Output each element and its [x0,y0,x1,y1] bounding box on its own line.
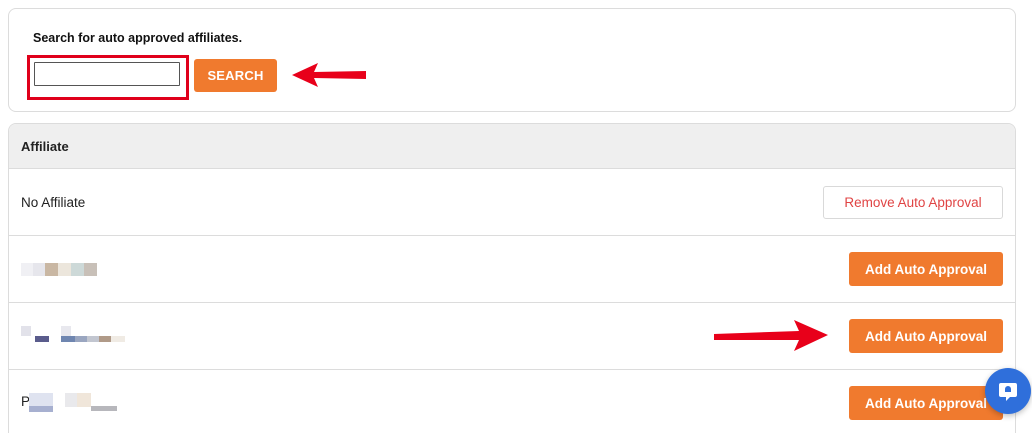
chat-bubble-icon [999,383,1017,401]
add-auto-approval-button[interactable]: Add Auto Approval [849,319,1003,353]
affiliate-name-redacted [21,324,151,348]
table-row: P Add Auto Approval [9,370,1015,433]
add-auto-approval-button[interactable]: Add Auto Approval [849,252,1003,286]
affiliate-name-redacted [21,257,151,281]
affiliate-table: Affiliate No Affiliate Remove Auto Appro… [8,123,1016,433]
remove-auto-approval-button[interactable]: Remove Auto Approval [823,186,1003,219]
search-input[interactable] [34,62,180,86]
table-header-affiliate: Affiliate [9,124,1015,169]
table-row: Add Auto Approval [9,303,1015,370]
red-arrow-icon [292,63,366,87]
affiliate-name-redacted: P [21,391,151,415]
search-label: Search for auto approved affiliates. [33,31,243,45]
search-panel: Search for auto approved affiliates. SEA… [8,8,1016,112]
table-row: No Affiliate Remove Auto Approval [9,169,1015,236]
table-row: Add Auto Approval [9,236,1015,303]
red-arrow-icon [714,320,828,351]
affiliate-name: No Affiliate [21,194,86,210]
search-button[interactable]: SEARCH [194,59,277,92]
chat-widget-button[interactable] [985,368,1031,414]
add-auto-approval-button[interactable]: Add Auto Approval [849,386,1003,420]
